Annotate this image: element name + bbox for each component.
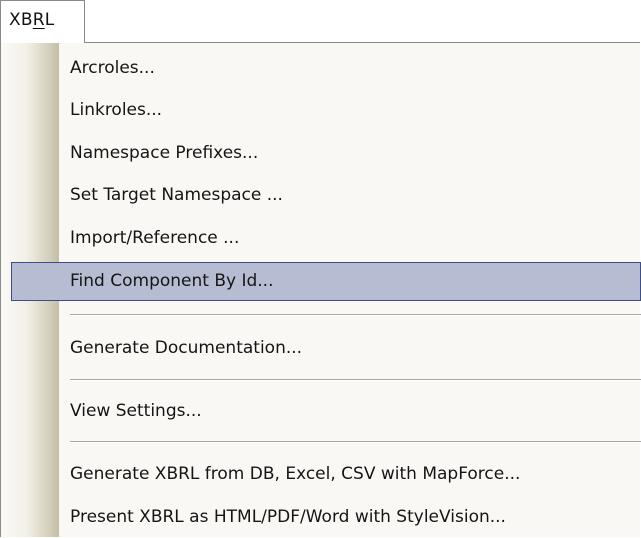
menu-item-label: Set Target Namespace ...	[70, 185, 283, 205]
menu-item-label: Namespace Prefixes...	[70, 143, 259, 163]
menu-item-view-settings[interactable]: View Settings...	[58, 392, 641, 432]
menu-item-generate-xbrl-mapforce[interactable]: Generate XBRL from DB, Excel, CSV with M…	[58, 455, 641, 495]
menu-separator	[70, 379, 641, 381]
menu-item-generate-documentation[interactable]: Generate Documentation...	[58, 329, 641, 369]
menu-xbrl-tab[interactable]: XBRL	[0, 0, 85, 43]
menu-item-arcroles[interactable]: Arcroles...	[58, 49, 641, 89]
menu-item-label: Arcroles...	[70, 58, 155, 78]
menu-item-import-reference[interactable]: Import/Reference ...	[58, 219, 641, 259]
menu-item-linkroles[interactable]: Linkroles...	[58, 91, 641, 131]
menu-item-label: Find Component By Id...	[70, 271, 274, 291]
menu-xbrl-label: XBRL	[9, 10, 55, 30]
menu-item-label: Generate Documentation...	[70, 338, 303, 358]
menu-accelerator-key: R	[32, 10, 45, 30]
menu-item-present-xbrl-stylevision[interactable]: Present XBRL as HTML/PDF/Word with Style…	[58, 498, 641, 538]
menu-item-label: Generate XBRL from DB, Excel, CSV with M…	[70, 464, 521, 484]
menu-item-label: Import/Reference ...	[70, 228, 240, 248]
menu-item-set-target-namespace[interactable]: Set Target Namespace ...	[58, 176, 641, 216]
menu-separator	[70, 441, 641, 443]
menu-separator	[70, 314, 641, 316]
menu-item-label: Present XBRL as HTML/PDF/Word with Style…	[70, 507, 506, 527]
xbrl-dropdown-menu: Arcroles... Linkroles... Namespace Prefi…	[0, 42, 641, 538]
menu-item-label: View Settings...	[70, 401, 202, 421]
menu-item-namespace-prefixes[interactable]: Namespace Prefixes...	[58, 134, 641, 174]
menu-item-label: Linkroles...	[70, 100, 163, 120]
menu-item-find-component-by-id[interactable]: Find Component By Id...	[11, 262, 641, 301]
